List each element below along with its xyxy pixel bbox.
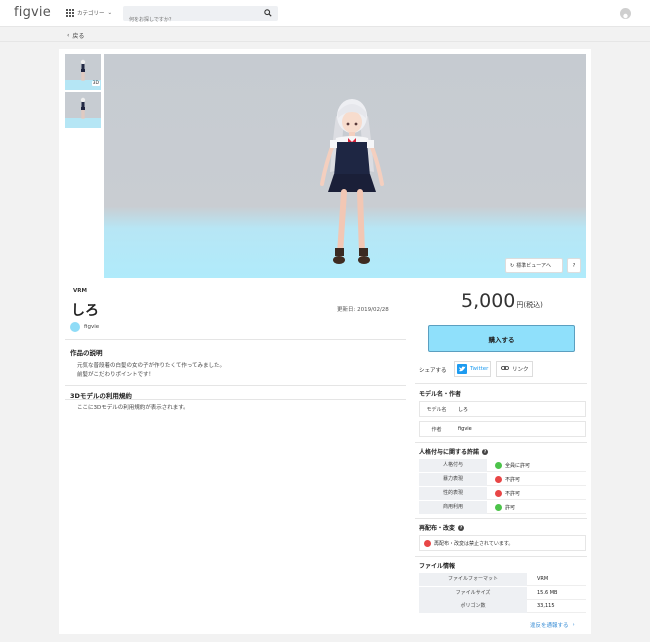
chevron-down-icon: ⌄	[107, 10, 113, 16]
divider	[65, 385, 406, 386]
user-icon	[623, 13, 628, 19]
twitter-icon	[457, 364, 467, 374]
file-info-row: ポリゴン数 33,115	[419, 600, 586, 613]
share-label: シェアする	[419, 368, 447, 374]
buy-button[interactable]: 購入する	[428, 325, 575, 352]
back-label: 戻る	[72, 33, 85, 40]
report-label: 違反を通報する	[530, 623, 569, 629]
divider	[65, 399, 406, 400]
model-name-row: モデル名 しろ	[419, 401, 586, 417]
divider	[415, 518, 587, 519]
model-viewer[interactable]	[104, 54, 586, 278]
link-icon	[501, 364, 509, 374]
divider	[415, 383, 587, 384]
file-info-heading: ファイル情報	[419, 563, 456, 570]
badge-3d: 3D	[91, 81, 100, 86]
permission-row: 性的表現 不許可	[419, 487, 586, 500]
redistribution-notice: 再配布・改変は禁止されています。	[419, 535, 586, 551]
file-info-row: ファイルサイズ 15.6 MB	[419, 587, 586, 600]
search-box	[123, 6, 278, 28]
site-logo[interactable]: figvie	[14, 5, 51, 20]
chevron-right-icon: ›	[572, 622, 575, 628]
standard-viewer-button[interactable]: ↻ 標準ビューアへ	[505, 258, 563, 273]
file-info-row: ファイルフォーマット VRM	[419, 573, 586, 586]
model-format: VRM	[73, 288, 87, 294]
description-heading: 作品の説明	[70, 349, 103, 357]
divider	[65, 339, 406, 340]
top-header: figvie カテゴリー ⌄	[0, 0, 650, 28]
twitter-label: Twitter	[470, 366, 489, 372]
author-name[interactable]: figvie	[84, 324, 99, 330]
model-title: しろ	[71, 303, 99, 319]
help-icon[interactable]: ?	[482, 448, 489, 455]
divider	[0, 41, 650, 42]
price-unit: 円(税込)	[516, 301, 543, 309]
link-share-button[interactable]: リンク	[496, 361, 533, 377]
grid-icon	[66, 9, 74, 17]
search-input[interactable]	[123, 12, 253, 28]
category-label: カテゴリー	[77, 11, 105, 17]
permissions-heading: 人格付与に関する許諾 ?	[419, 448, 489, 456]
check-icon	[495, 461, 502, 469]
terms-text: ここに3Dモデルの利用規約が表示されます。	[77, 405, 189, 411]
search-icon[interactable]	[264, 9, 272, 17]
permission-row: 暴力表現 不許可	[419, 473, 586, 486]
cross-icon	[495, 475, 502, 483]
link-label: リンク	[512, 367, 529, 373]
divider	[415, 442, 587, 443]
thumbnail-3d[interactable]: 3D	[65, 54, 101, 90]
model-info-heading: モデル名・作者	[419, 391, 462, 398]
user-avatar[interactable]	[620, 8, 631, 19]
author-row: 作者 figvie	[419, 421, 586, 437]
permission-row: 商用利用 許可	[419, 501, 586, 514]
report-link[interactable]: 違反を通報する ›	[530, 621, 575, 629]
author-avatar[interactable]	[70, 322, 80, 332]
back-link[interactable]: ‹ 戻る	[67, 31, 84, 40]
character-model-image	[320, 99, 384, 264]
cross-icon	[495, 489, 502, 497]
permission-row: 人格付与 全員に許可	[419, 459, 586, 472]
redistribution-heading: 再配布・改変 ?	[419, 524, 465, 532]
viewer-help-button[interactable]: ?	[567, 258, 581, 273]
model-figure-thumbnail	[65, 92, 101, 128]
twitter-share-button[interactable]: Twitter	[454, 361, 491, 377]
divider	[415, 556, 587, 557]
chevron-left-icon: ‹	[67, 32, 70, 39]
refresh-icon: ↻	[510, 262, 515, 269]
category-menu[interactable]: カテゴリー ⌄	[66, 9, 112, 17]
price-value: 5,000	[461, 290, 516, 312]
thumbnail-image[interactable]	[65, 92, 101, 128]
check-icon	[495, 503, 502, 511]
help-icon[interactable]: ?	[458, 524, 465, 531]
price: 5,000 円(税込)	[461, 290, 543, 312]
standard-viewer-label: 標準ビューアへ	[516, 263, 552, 269]
description-text: 元気な普段着の白髪の女の子が作りたくて作ってみました。 前髪がこだわりポイントで…	[77, 363, 226, 378]
updated-date: 更新日: 2019/02/28	[337, 307, 389, 313]
cross-icon	[424, 539, 431, 547]
help-icon: ?	[572, 262, 576, 269]
